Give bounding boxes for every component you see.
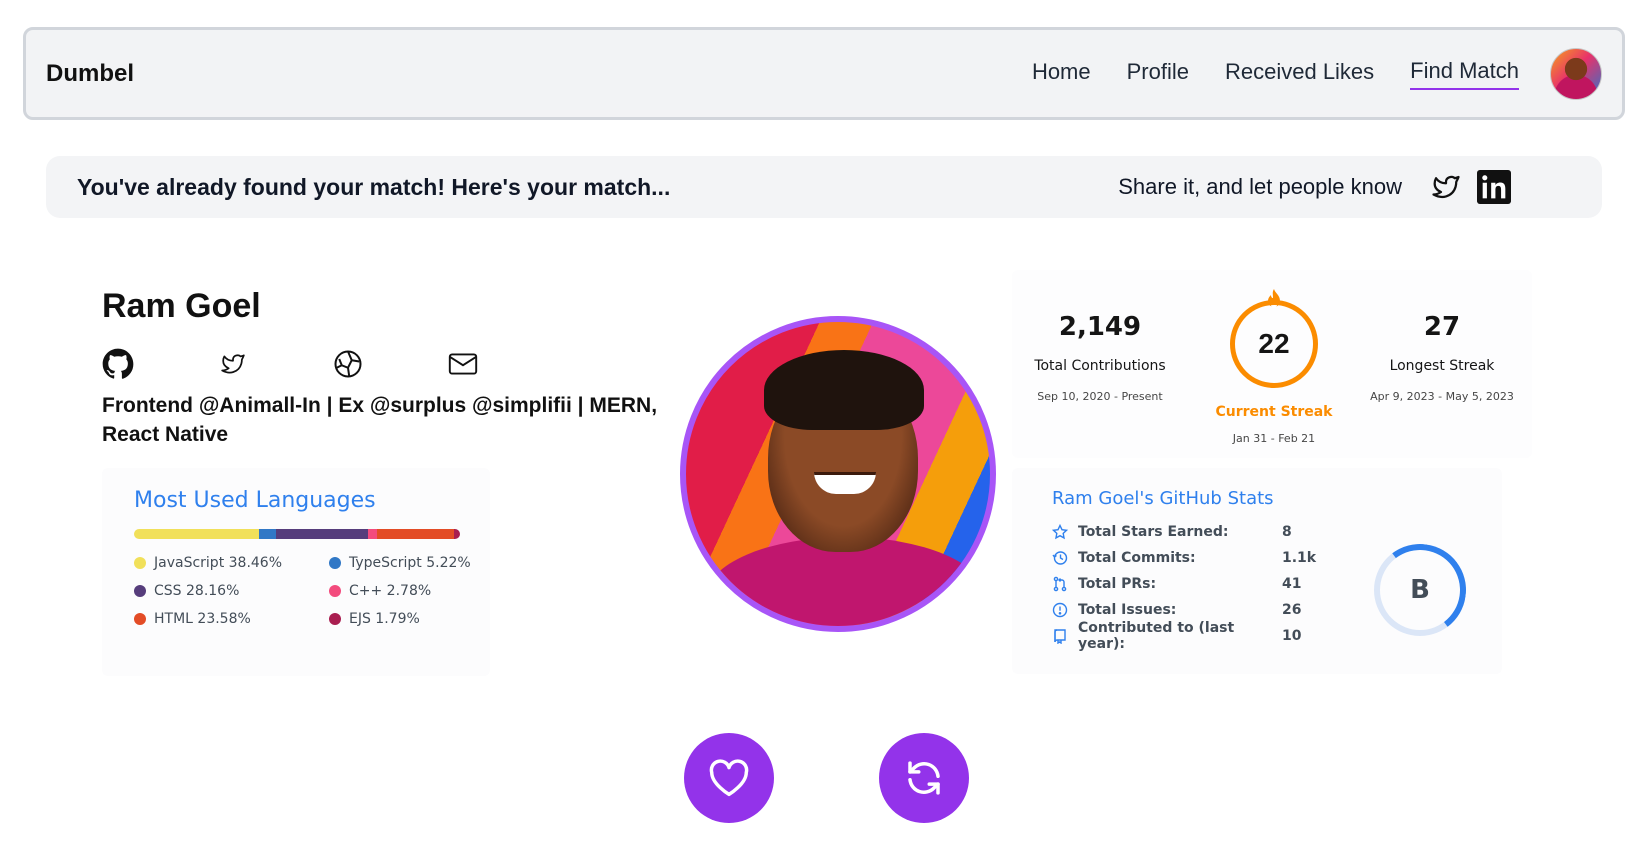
language-color-dot [329,585,341,597]
languages-bar-segment [368,529,378,539]
stat-value: 10 [1282,628,1302,644]
refresh-button[interactable] [879,733,969,823]
navbar: Dumbel Home Profile Received Likes Find … [23,27,1625,120]
languages-bar [134,529,460,539]
nav-link-received-likes[interactable]: Received Likes [1225,59,1374,89]
language-label: CSS 28.16% [154,583,240,599]
language-item: JavaScript 38.46% [134,555,329,571]
languages-title: Most Used Languages [134,488,376,513]
repo-icon [1052,628,1068,644]
language-item: EJS 1.79% [329,611,489,627]
share-group: Share it, and let people know [1118,169,1512,205]
stat-label: Total Issues: [1078,602,1177,618]
stat-label: Total Stars Earned: [1078,524,1229,540]
match-message: You've already found your match! Here's … [77,173,671,200]
languages-bar-segment [276,529,369,539]
nav-link-home[interactable]: Home [1032,59,1091,89]
language-item: HTML 23.58% [134,611,329,627]
language-color-dot [134,613,146,625]
github-stats-title: Ram Goel's GitHub Stats [1052,488,1274,509]
twitter-icon[interactable] [1428,169,1464,205]
current-streak-range: Jan 31 - Feb 21 [1232,432,1316,445]
profile-bio: Frontend @Animall-In | Ex @surplus @simp… [102,394,658,446]
languages-list: JavaScript 38.46% TypeScript 5.22% CSS 28.… [134,555,471,627]
heart-icon [709,759,749,797]
languages-bar-segment [134,529,260,539]
share-text: Share it, and let people know [1118,174,1402,199]
match-avatar [680,316,996,632]
linkedin-icon[interactable] [1476,169,1512,205]
social-links [102,348,562,380]
stat-value: 26 [1282,602,1302,618]
stat-value: 8 [1282,524,1292,540]
longest-streak-range: Apr 9, 2023 - May 5, 2023 [1370,390,1514,403]
stat-value: 1.1k [1282,550,1317,566]
stat-value: 41 [1282,576,1302,592]
longest-streak: 27 Longest Streak Apr 9, 2023 - May 5, 2… [1354,312,1530,403]
twitter-icon[interactable] [217,348,249,380]
language-label: JavaScript 38.46% [154,555,283,571]
nav-link-find-match[interactable]: Find Match [1410,58,1519,90]
total-contributions-value: 2,149 [1058,312,1142,342]
nav-links: Home Profile Received Likes Find Match [996,47,1602,100]
language-item: TypeScript 5.22% [329,555,489,571]
match-banner: You've already found your match! Here's … [46,156,1602,218]
language-item: CSS 28.16% [134,583,329,599]
rank-circle: B [1368,538,1472,642]
issue-icon [1052,602,1068,618]
total-contributions: 2,149 Total Contributions Sep 10, 2020 -… [1012,312,1188,403]
stat-label: Contributed to (last year): [1078,620,1235,652]
language-color-dot [329,557,341,569]
stat-label: Total Commits: [1078,550,1196,566]
stat-label: Total PRs: [1078,576,1157,592]
history-icon [1052,550,1068,566]
language-label: EJS 1.79% [349,611,420,627]
pull-request-icon [1052,576,1068,592]
star-icon [1052,524,1068,540]
github-stats-card: Ram Goel's GitHub Stats Total Stars Earn… [1012,468,1502,674]
github-icon[interactable] [102,348,134,380]
language-color-dot [134,557,146,569]
languages-bar-segment [259,529,277,539]
streak-card: 2,149 Total Contributions Sep 10, 2020 -… [1012,270,1532,458]
longest-streak-label: Longest Streak [1389,358,1495,374]
mail-icon[interactable] [447,348,479,380]
language-label: TypeScript 5.22% [349,555,471,571]
language-color-dot [329,613,341,625]
language-item: C++ 2.78% [329,583,489,599]
nav-link-profile[interactable]: Profile [1127,59,1189,89]
total-contributions-range: Sep 10, 2020 - Present [1037,390,1163,403]
language-label: HTML 23.58% [154,611,251,627]
languages-bar-segment [377,529,455,539]
refresh-icon [908,761,940,795]
language-color-dot [134,585,146,597]
longest-streak-value: 27 [1423,312,1461,342]
current-streak-label: Current Streak [1215,404,1333,420]
globe-icon[interactable] [332,348,364,380]
brand-logo[interactable]: Dumbel [46,60,134,88]
total-contributions-label: Total Contributions [1034,358,1166,374]
current-streak-ring: 22 [1230,300,1318,388]
language-label: C++ 2.78% [349,583,432,599]
like-button[interactable] [684,733,774,823]
languages-card: Most Used Languages JavaScript 38.46% Typ… [102,468,490,676]
avatar-hair [764,350,924,430]
user-avatar[interactable] [1550,47,1602,100]
languages-bar-segment [454,529,460,539]
current-streak-value: 22 [1258,328,1290,359]
profile-name: Ram Goel [102,287,261,325]
stat-row-stars: Total Stars Earned: 8 [1052,519,1472,545]
